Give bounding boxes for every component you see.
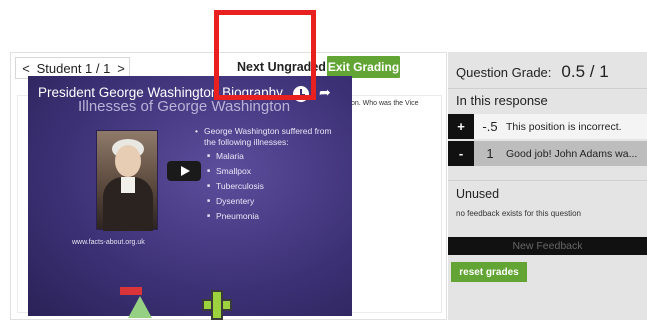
- new-feedback-button[interactable]: New Feedback: [448, 237, 647, 255]
- feedback-row: - 1 Good job! John Adams wa...: [448, 141, 647, 166]
- in-response-heading: In this response: [456, 93, 548, 108]
- grading-sidebar: Question Grade: 0.5 / 1 In this response…: [448, 52, 647, 320]
- video-slide-bullets: George Washington suffered from the foll…: [195, 126, 345, 226]
- feedback-score: -.5: [482, 119, 498, 134]
- question-grade: Question Grade: 0.5 / 1: [456, 62, 609, 82]
- next-ungraded-button[interactable]: Next Ungraded: [237, 60, 326, 74]
- feedback-text: Good job! John Adams wa...: [506, 147, 638, 160]
- video-source-url: www.facts-about.org.uk: [72, 239, 145, 246]
- video-slide-heading: Illnesses of George Washington: [78, 98, 291, 115]
- remove-feedback-button[interactable]: -: [448, 141, 474, 166]
- next-student-button[interactable]: >: [113, 61, 129, 76]
- video-title[interactable]: President George Washington Biography: [38, 85, 283, 100]
- divider: [448, 88, 647, 89]
- timeline-marker-red[interactable]: [120, 287, 142, 295]
- student-label: Student 1 / 1: [36, 60, 111, 76]
- question-grade-value: 0.5 / 1: [561, 62, 609, 81]
- illness-item: Dysentery: [207, 196, 345, 207]
- clock-icon[interactable]: [293, 86, 309, 102]
- feedback-row: + -.5 This position is incorrect.: [448, 114, 647, 139]
- question-grade-label: Question Grade:: [456, 65, 552, 80]
- illness-item: Malaria: [207, 151, 345, 162]
- feedback-text: This position is incorrect.: [506, 120, 622, 133]
- feedback-score: 1: [486, 146, 494, 161]
- illness-list: Malaria Smallpox Tuberculosis Dysentery …: [207, 151, 345, 222]
- previous-student-button[interactable]: <: [18, 61, 34, 76]
- illness-item: Pneumonia: [207, 211, 345, 222]
- reset-grades-button[interactable]: reset grades: [451, 262, 527, 282]
- exit-grading-button[interactable]: Exit Grading: [327, 56, 400, 78]
- illness-item: Smallpox: [207, 166, 345, 177]
- illness-item: Tuberculosis: [207, 181, 345, 192]
- unused-heading: Unused: [456, 187, 500, 201]
- add-feedback-button[interactable]: +: [448, 114, 474, 139]
- grading-page: < Student 1 / 1 > Next Ungraded Exit Gra…: [0, 0, 647, 320]
- washington-portrait: [96, 130, 158, 231]
- illness-intro: George Washington suffered from the foll…: [195, 126, 345, 148]
- share-icon[interactable]: ➦: [319, 84, 331, 101]
- no-feedback-message: no feedback exists for this question: [456, 209, 581, 218]
- add-marker-icon[interactable]: [202, 290, 232, 320]
- divider: [448, 180, 647, 181]
- video-player[interactable]: Illnesses of George Washington President…: [28, 76, 352, 316]
